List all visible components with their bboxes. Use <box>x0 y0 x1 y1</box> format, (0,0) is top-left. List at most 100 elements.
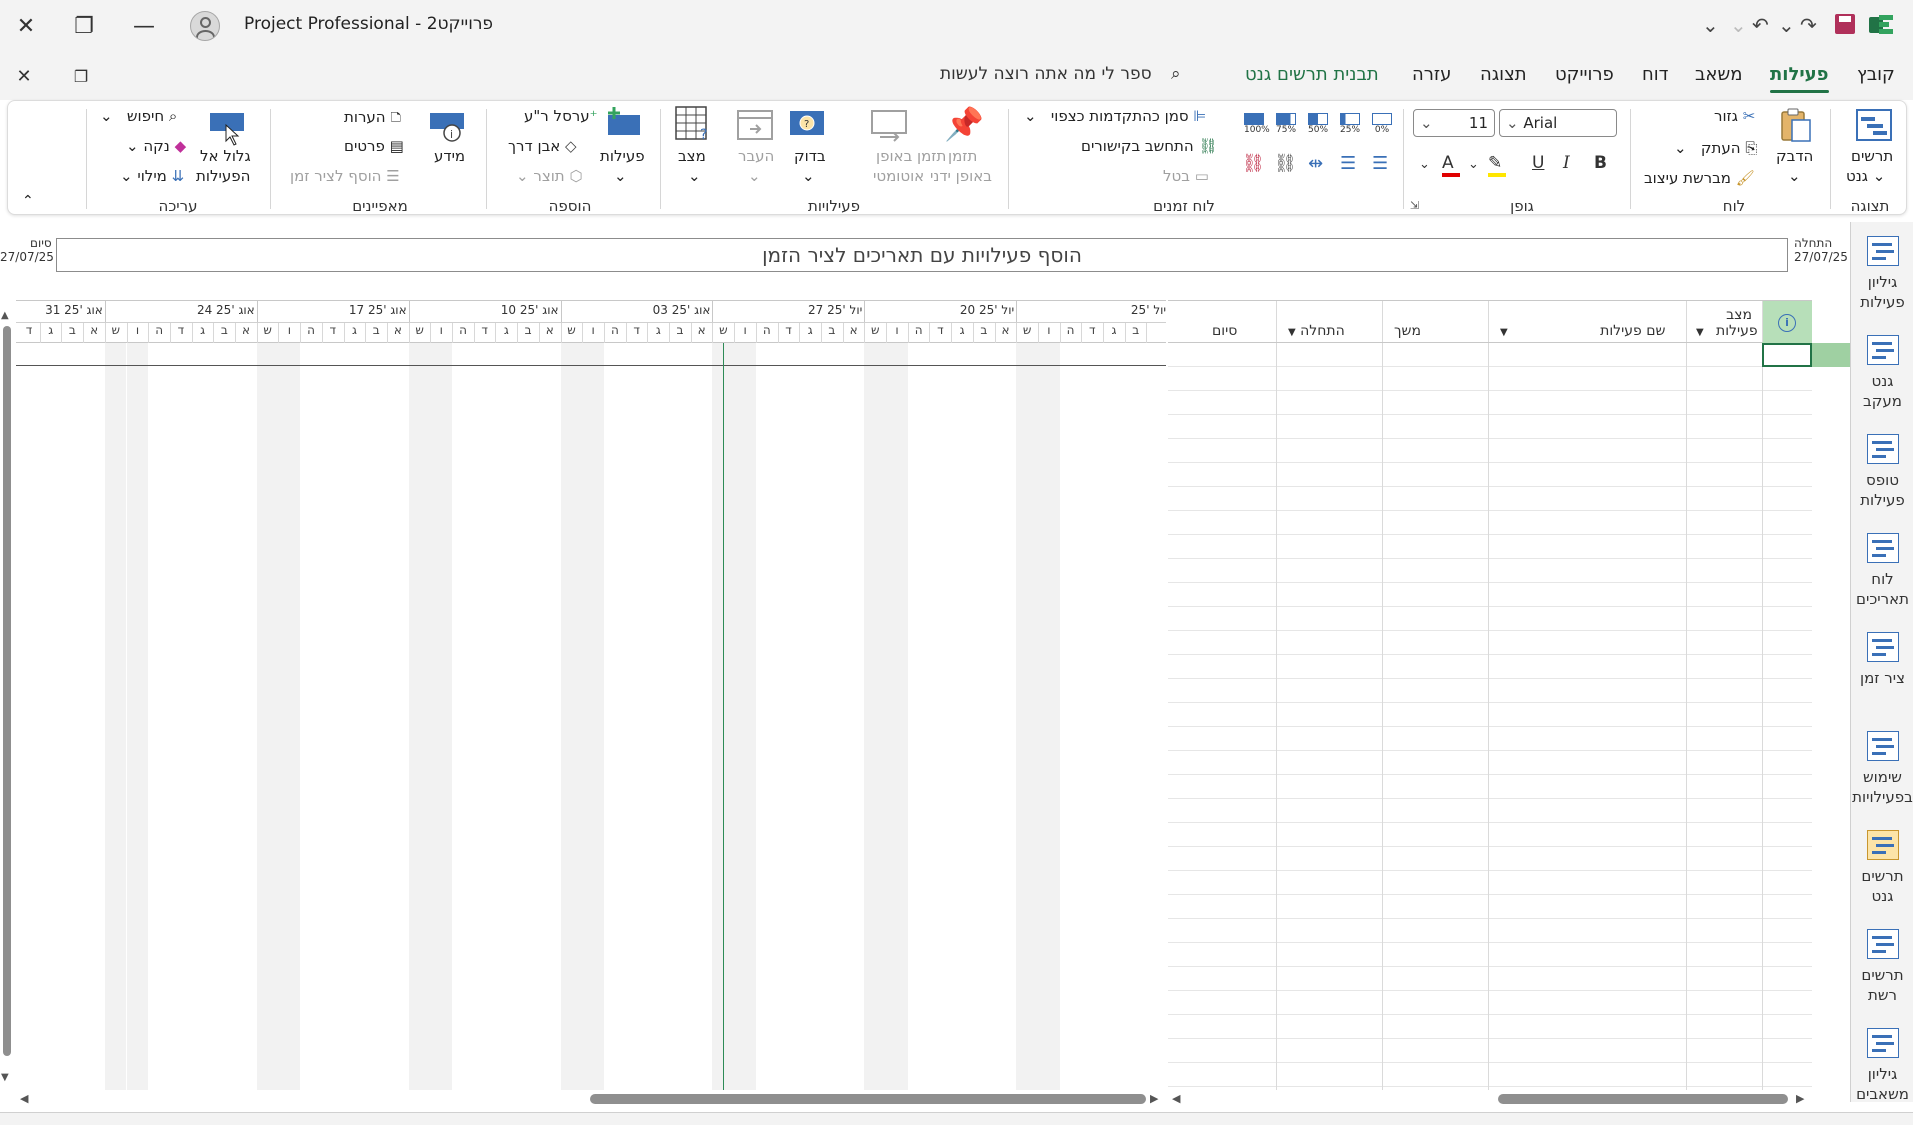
close-icon[interactable]: ✕ <box>10 10 42 42</box>
percent-25-button[interactable]: 25% <box>1340 113 1360 135</box>
table-row[interactable] <box>1168 511 1812 535</box>
unlink-tasks-icon[interactable]: ⛓ <box>1242 153 1265 174</box>
table-row[interactable] <box>1168 847 1812 871</box>
undo-icon[interactable]: ↶ <box>1752 13 1769 37</box>
tab-view[interactable]: תצוגה <box>1480 64 1527 85</box>
tab-task[interactable]: פעילות <box>1770 64 1829 93</box>
font-name-select[interactable]: ⌄ Arial <box>1499 109 1617 137</box>
view-bar-item[interactable]: גנט מעקב <box>1851 335 1913 411</box>
view-bar-item[interactable]: ציר זמן <box>1851 632 1913 688</box>
table-row[interactable] <box>1168 991 1812 1015</box>
table-row[interactable] <box>1168 727 1812 751</box>
minimize-icon[interactable]: — <box>128 10 160 42</box>
view-bar-item[interactable]: טופס פעילות <box>1851 434 1913 510</box>
task-grid[interactable]: סיום ▼ התחלה משך ▼ שם פעילות ▼ מצב פעילות… <box>1168 300 1850 1090</box>
scroll-thumb[interactable] <box>3 326 11 1056</box>
tab-project[interactable]: פרוייקט <box>1555 64 1614 85</box>
avatar[interactable] <box>190 11 220 41</box>
details-button[interactable]: פרטים ▤ <box>344 137 404 155</box>
table-row[interactable] <box>1168 655 1812 679</box>
view-bar-item[interactable]: לוח תאריכים <box>1851 533 1913 609</box>
column-duration[interactable]: משך <box>1394 323 1421 339</box>
view-bar-item[interactable]: שימוש בפעילויות <box>1851 731 1913 807</box>
table-row[interactable] <box>1168 871 1812 895</box>
highlight-dropdown-icon[interactable]: ⌄ <box>1468 157 1479 172</box>
undo-dropdown-icon[interactable]: ⌄ <box>1778 13 1795 37</box>
table-row[interactable] <box>1168 631 1812 655</box>
view-bar-item[interactable]: גיליון משאבים <box>1851 1028 1913 1104</box>
table-row[interactable] <box>1168 799 1812 823</box>
selected-cell[interactable] <box>1762 343 1812 367</box>
percent-0-button[interactable]: 0% <box>1372 113 1392 135</box>
view-bar-item[interactable]: תרשים גנט <box>1851 830 1913 906</box>
chart-horizontal-scrollbar[interactable]: ◀ ▶ <box>16 1092 1166 1106</box>
view-bar-item[interactable]: תרשים רשת <box>1851 929 1913 1005</box>
add-to-timeline-button[interactable]: הוסף לציר זמן ☰ <box>290 167 400 185</box>
table-row[interactable] <box>1168 1015 1812 1039</box>
table-row[interactable] <box>1168 679 1812 703</box>
table-row[interactable] <box>1168 343 1812 367</box>
scroll-right-icon[interactable]: ▶ <box>1150 1092 1158 1105</box>
table-row[interactable] <box>1168 919 1812 943</box>
milestone-button[interactable]: אבן דרך ◇ <box>508 137 577 155</box>
italic-button[interactable]: I <box>1563 153 1570 173</box>
customize-qat-icon[interactable]: ⌄ <box>1702 13 1719 37</box>
gantt-chart[interactable]: דגבאשוהדגבאשוהדגבאשוהדגבאשוהדגבאשוהדגבאש… <box>16 300 1170 1090</box>
bold-button[interactable]: B <box>1594 153 1607 173</box>
collapse-ribbon-icon[interactable]: ⌃ <box>22 193 34 209</box>
row-header-selected[interactable] <box>1812 343 1850 367</box>
cut-button[interactable]: גזור ✂ <box>1714 107 1755 125</box>
respect-links-button[interactable]: התחשב בקישורים ⛓ <box>1081 137 1218 155</box>
redo-icon[interactable]: ↷ <box>1800 13 1817 37</box>
scroll-left-icon[interactable]: ◀ <box>20 1092 28 1105</box>
table-row[interactable] <box>1168 895 1812 919</box>
restore-window-icon[interactable]: ❐ <box>65 60 97 92</box>
scroll-down-icon[interactable]: ▼ <box>1 1072 9 1083</box>
table-row[interactable] <box>1168 1039 1812 1063</box>
font-color-button[interactable]: A <box>1442 153 1460 177</box>
view-bar-item[interactable]: גיליון פעילות <box>1851 236 1913 312</box>
notes-button[interactable]: הערות 🗅 <box>344 107 401 132</box>
chart-scroll-thumb[interactable] <box>590 1094 1146 1104</box>
grid-horizontal-scrollbar[interactable]: ◀ ▶ <box>1168 1092 1812 1106</box>
copy-button[interactable]: ⌄ העתק ⎘ <box>1674 139 1757 157</box>
table-row[interactable] <box>1168 391 1812 415</box>
clear-button[interactable]: ⌄ נקה ◆ <box>126 137 186 155</box>
table-row[interactable] <box>1168 775 1812 799</box>
indicators-column[interactable]: i <box>1762 301 1812 343</box>
percent-100-button[interactable]: 100% <box>1244 113 1270 135</box>
underline-button[interactable]: U <box>1532 153 1544 173</box>
outdent-icon[interactable]: ☰ <box>1372 153 1388 174</box>
redo-dropdown-icon[interactable]: ⌄ <box>1730 13 1747 37</box>
table-row[interactable] <box>1168 967 1812 991</box>
restore-icon[interactable]: ❐ <box>68 10 100 42</box>
link-tasks-icon[interactable]: ⛓ <box>1274 153 1297 174</box>
table-row[interactable] <box>1168 535 1812 559</box>
font-size-select[interactable]: ⌄ 11 <box>1413 109 1495 137</box>
table-row[interactable] <box>1168 943 1812 967</box>
table-row[interactable] <box>1168 415 1812 439</box>
chart-vertical-scrollbar[interactable]: ▲ ▼ <box>0 300 14 1090</box>
table-row[interactable] <box>1168 439 1812 463</box>
save-icon[interactable] <box>1835 14 1855 34</box>
table-row[interactable] <box>1168 607 1812 631</box>
deliverable-button[interactable]: ⌄ תוצר ⬡ <box>516 167 583 185</box>
grid-scroll-thumb[interactable] <box>1498 1094 1788 1104</box>
tab-gantt-format[interactable]: תבנית תרשים גנט <box>1245 64 1379 85</box>
find-button[interactable]: ⌄ חיפוש ⌕ <box>100 107 177 125</box>
scroll-right-icon[interactable]: ▶ <box>1796 1092 1804 1105</box>
table-row[interactable] <box>1168 583 1812 607</box>
font-dialog-launcher-icon[interactable]: ⇲ <box>1410 199 1419 212</box>
column-start[interactable]: ▼ התחלה <box>1288 323 1345 339</box>
fill-button[interactable]: ⌄ מילוי ⇊ <box>120 167 184 185</box>
table-row[interactable] <box>1168 367 1812 391</box>
font-color-dropdown-icon[interactable]: ⌄ <box>1419 157 1430 172</box>
tab-help[interactable]: עזרה <box>1412 64 1451 85</box>
split-task-icon[interactable]: ⇹ <box>1308 153 1323 174</box>
percent-50-button[interactable]: 50% <box>1308 113 1328 135</box>
timeline-bar[interactable]: הוסף פעילויות עם תאריכים לציר הזמן <box>56 238 1788 272</box>
column-finish[interactable]: סיום <box>1212 323 1237 339</box>
tab-resource[interactable]: משאב <box>1695 64 1742 85</box>
column-mode[interactable]: ▼ <box>1696 323 1704 339</box>
percent-75-button[interactable]: 75% <box>1276 113 1296 135</box>
